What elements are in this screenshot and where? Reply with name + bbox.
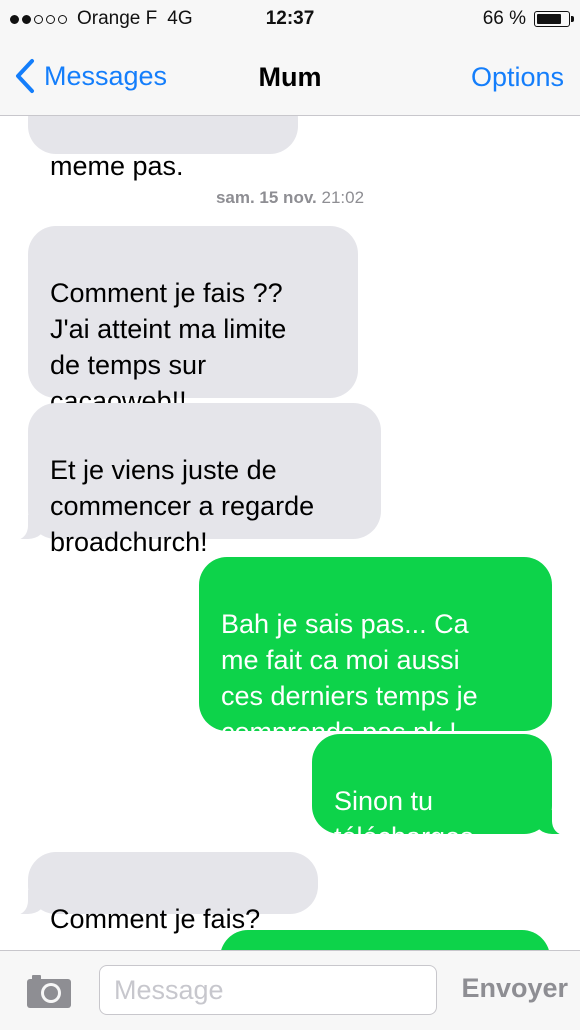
message-text: Comment je fais ?? J'ai atteint ma limit…	[50, 278, 287, 416]
send-button[interactable]: Envoyer	[461, 973, 568, 1004]
message-text: Sinon tu télécharges ...	[334, 786, 504, 852]
battery-fill	[537, 14, 561, 24]
timestamp-time: 21:02	[321, 188, 365, 207]
message-list[interactable]: meme pas. sam. 15 nov. 21:02 Comment je …	[0, 0, 580, 950]
battery-icon	[534, 11, 574, 27]
options-button[interactable]: Options	[471, 62, 564, 93]
camera-icon[interactable]	[26, 973, 72, 1009]
message-bubble-outgoing[interactable]: Sinon tu télécharges ...	[312, 734, 572, 852]
compose-bar: Envoyer	[0, 950, 580, 1030]
message-text: Comment je fais?	[50, 904, 261, 934]
battery-status: 66 %	[482, 8, 574, 30]
conversation-timestamp: sam. 15 nov. 21:02	[0, 188, 580, 208]
message-bubble-incoming[interactable]: Comment je fais?	[8, 852, 318, 934]
timestamp-day: sam. 15 nov.	[215, 188, 317, 207]
message-text: Et je viens juste de commencer a regarde…	[50, 455, 315, 557]
message-bubble-outgoing[interactable]	[220, 930, 550, 950]
message-bubble-incoming[interactable]: Comment je fais ?? J'ai atteint ma limit…	[28, 226, 358, 416]
message-bubble-incoming[interactable]: Et je viens juste de commencer a regarde…	[8, 403, 381, 557]
message-bubble-outgoing[interactable]: Bah je sais pas... Ca me fait ca moi aus…	[199, 557, 552, 747]
status-bar: Orange F 4G 12:37 66 %	[0, 0, 580, 40]
navigation-bar: Messages Mum Options	[0, 40, 580, 116]
back-button-label: Messages	[44, 60, 168, 91]
back-button[interactable]: Messages	[14, 58, 167, 94]
battery-percent: 66 %	[482, 8, 526, 29]
message-text: meme pas.	[50, 151, 184, 181]
message-text: Bah je sais pas... Ca me fait ca moi aus…	[221, 609, 478, 747]
chevron-left-icon	[16, 59, 34, 93]
message-input[interactable]	[99, 965, 437, 1015]
